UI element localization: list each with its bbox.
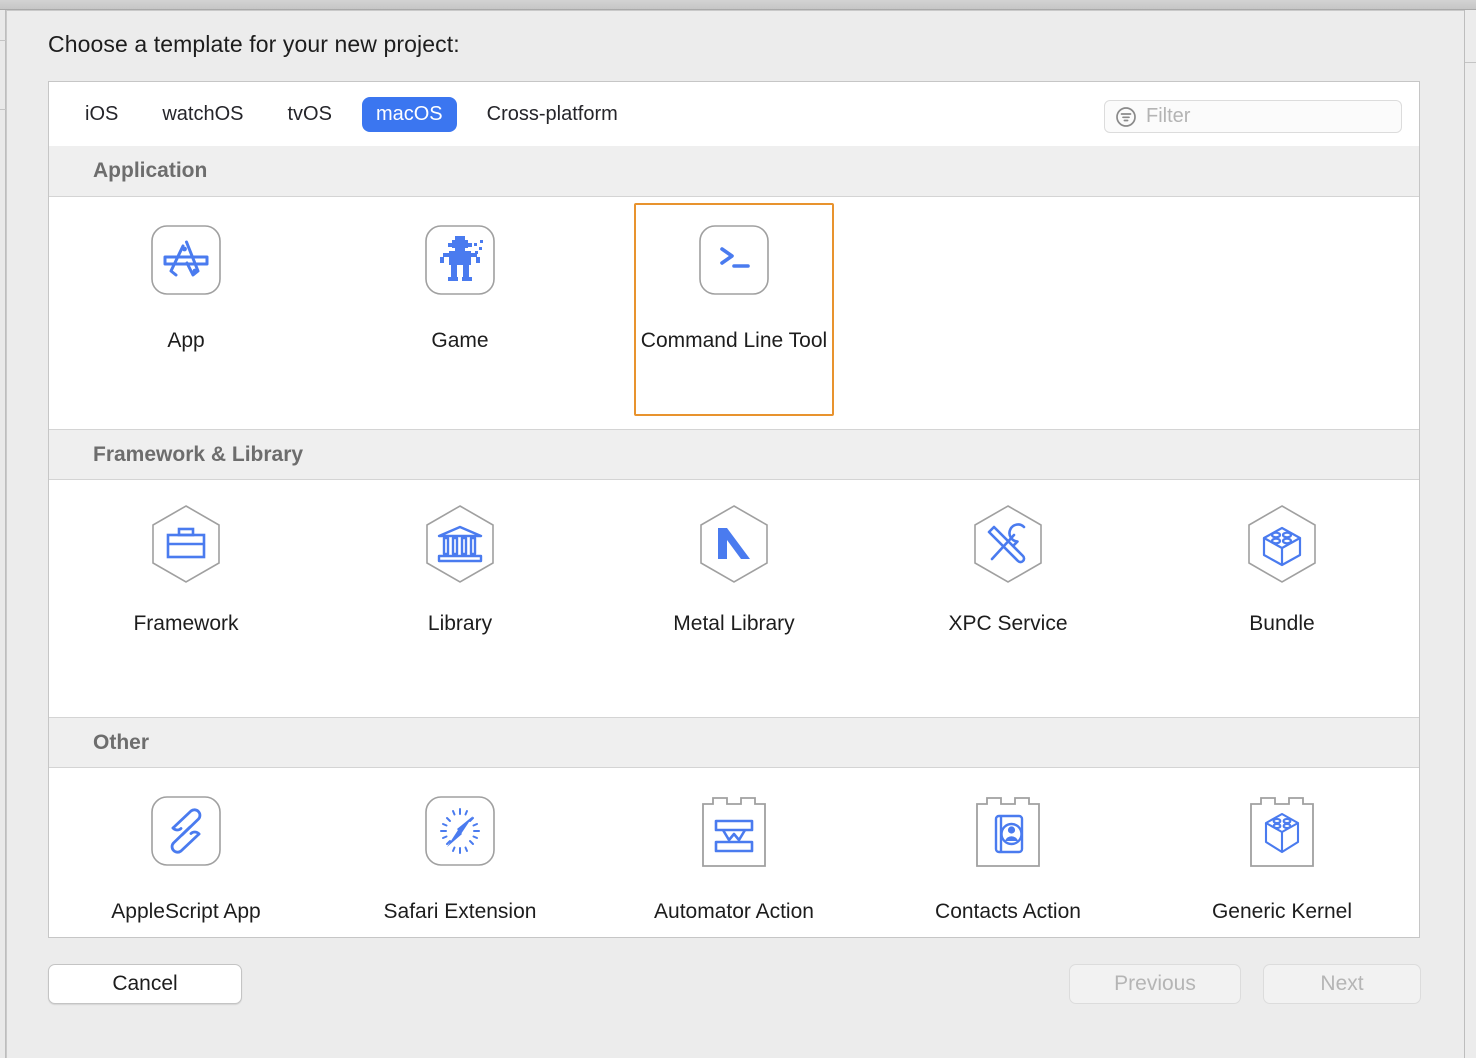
filter-icon: [1115, 106, 1137, 128]
template-item-label: Framework: [133, 612, 239, 635]
template-item-label: Game: [431, 329, 489, 352]
new-project-template-dialog: Choose a template for your new project: …: [7, 11, 1464, 1058]
applescript-scroll-icon: [143, 790, 229, 876]
next-button[interactable]: Next: [1263, 964, 1421, 1004]
section-header: Application: [49, 146, 1419, 197]
template-item-label: Safari Extension: [383, 900, 537, 923]
template-item-command-line-tool[interactable]: Command Line Tool: [597, 197, 871, 429]
platform-tabs: iOS watchOS tvOS macOS Cross-platform: [71, 96, 648, 132]
template-item-label: App: [167, 329, 205, 352]
template-item-safari-extension[interactable]: Safari Extension: [323, 768, 597, 937]
automator-plugin-icon: [691, 790, 777, 876]
app-store-icon: [143, 219, 229, 305]
template-grid: App Game Command Line Tool: [49, 197, 1419, 429]
template-item-label: Contacts Action: [935, 900, 1081, 923]
metal-m-hexagon-icon: [691, 502, 777, 588]
box-studs-hexagon-icon: [1239, 502, 1325, 588]
template-panel: iOS watchOS tvOS macOS Cross-platform Filter…: [48, 81, 1420, 938]
contacts-book-plugin-icon: [965, 790, 1051, 876]
tab-watchos[interactable]: watchOS: [148, 97, 257, 132]
template-item-label: Metal Library: [673, 612, 795, 635]
terminal-prompt-icon: [691, 219, 777, 305]
template-item-label: Bundle: [1249, 612, 1315, 635]
template-item-framework[interactable]: Framework: [49, 480, 323, 717]
template-item-app[interactable]: App: [49, 197, 323, 429]
tab-macos[interactable]: macOS: [361, 96, 457, 132]
template-item-automator-action[interactable]: Automator Action: [597, 768, 871, 937]
tab-cross-platform[interactable]: Cross-platform: [473, 97, 632, 132]
background-window-sliver: [0, 40, 6, 110]
template-item-applescript-app[interactable]: AppleScript App: [49, 768, 323, 937]
section-header: Other: [49, 717, 1419, 768]
background-window-right-edge: [1464, 10, 1476, 1058]
template-item-metal-library[interactable]: Metal Library: [597, 480, 871, 717]
template-item-label: Generic Kernel: [1211, 900, 1353, 923]
platform-toolbar: iOS watchOS tvOS macOS Cross-platform Filter: [49, 82, 1419, 146]
filter-field[interactable]: Filter: [1104, 100, 1402, 133]
template-item-label: AppleScript App: [111, 900, 261, 923]
briefcase-hexagon-icon: [143, 502, 229, 588]
page-title: Choose a template for your new project:: [48, 31, 460, 57]
template-grid: Framework Library Metal Library XPC Service…: [49, 480, 1419, 717]
template-item-game[interactable]: Game: [323, 197, 597, 429]
bank-columns-hexagon-icon: [417, 502, 503, 588]
tools-hexagon-icon: [965, 502, 1051, 588]
safari-compass-icon: [417, 790, 503, 876]
template-item-generic-kernel[interactable]: Generic Kernel: [1145, 768, 1419, 937]
kernel-box-plugin-icon: [1239, 790, 1325, 876]
dialog-footer: Cancel Previous Next: [7, 948, 1464, 1058]
section-header: Framework & Library: [49, 429, 1419, 480]
template-grid: AppleScript App Safari Extension Automator…: [49, 768, 1419, 937]
background-window-sliver: [1465, 62, 1476, 63]
template-item-label: XPC Service: [948, 612, 1068, 635]
template-item-label: Command Line Tool: [640, 329, 828, 352]
template-item-contacts-action[interactable]: Contacts Action: [871, 768, 1145, 937]
screen: Choose a template for your new project: …: [0, 0, 1476, 1058]
template-item-label: Library: [427, 612, 493, 635]
template-item-xpc-service[interactable]: XPC Service: [871, 480, 1145, 717]
previous-button[interactable]: Previous: [1069, 964, 1241, 1004]
template-scroll-area[interactable]: Application App Game Command Line Tool Frame…: [49, 146, 1419, 937]
cancel-button[interactable]: Cancel: [48, 964, 242, 1004]
tab-ios[interactable]: iOS: [71, 97, 132, 132]
background-window-left-edge: [0, 10, 6, 1058]
template-item-label: Automator Action: [654, 900, 814, 923]
tab-tvos[interactable]: tvOS: [274, 97, 346, 132]
game-robot-icon: [417, 219, 503, 305]
window-titlebar-strip: [0, 0, 1476, 10]
template-item-library[interactable]: Library: [323, 480, 597, 717]
filter-placeholder: Filter: [1146, 105, 1191, 127]
template-item-bundle[interactable]: Bundle: [1145, 480, 1419, 717]
